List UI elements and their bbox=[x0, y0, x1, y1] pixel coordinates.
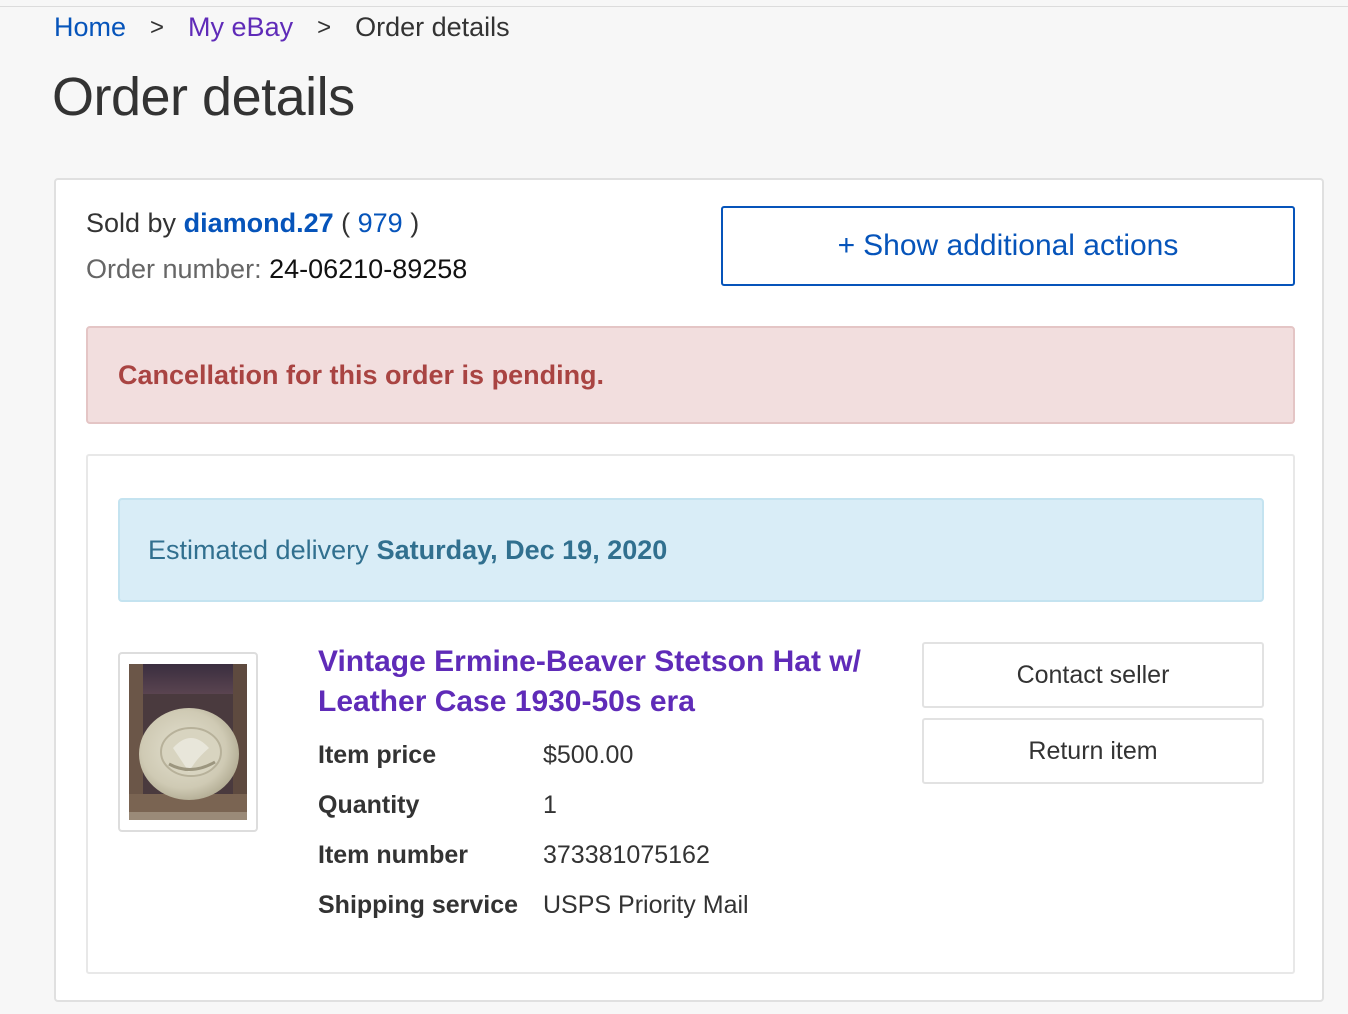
item-price-value: $500.00 bbox=[543, 740, 634, 769]
quantity-value: 1 bbox=[543, 790, 557, 819]
quantity-row: Quantity 1 bbox=[318, 780, 749, 830]
show-additional-actions-button[interactable]: + Show additional actions bbox=[721, 206, 1295, 286]
estimated-delivery-date: Saturday, Dec 19, 2020 bbox=[376, 534, 668, 565]
shipping-service-row: Shipping service USPS Priority Mail bbox=[318, 880, 749, 930]
breadcrumb-home-link[interactable]: Home bbox=[54, 12, 126, 43]
breadcrumb: Home > My eBay > Order details bbox=[54, 12, 510, 43]
item-price-label: Item price bbox=[318, 740, 437, 769]
estimated-delivery-banner: Estimated delivery Saturday, Dec 19, 202… bbox=[118, 498, 1264, 602]
cancellation-pending-alert: Cancellation for this order is pending. bbox=[86, 326, 1295, 424]
item-details: Item price $500.00 Quantity 1 Item numbe… bbox=[318, 730, 749, 930]
shipping-service-value: USPS Priority Mail bbox=[543, 890, 749, 919]
quantity-label: Quantity bbox=[318, 790, 420, 819]
sold-by-line: Sold by diamond.27 ( 979 ) bbox=[86, 208, 419, 239]
order-card: Sold by diamond.27 ( 979 ) Order number:… bbox=[54, 178, 1324, 1002]
return-item-button[interactable]: Return item bbox=[922, 718, 1264, 784]
order-number-line: Order number: 24-06210-89258 bbox=[86, 254, 467, 285]
sold-by-label: Sold by bbox=[86, 208, 177, 238]
plus-icon: + bbox=[837, 229, 856, 262]
estimated-delivery-label: Estimated delivery bbox=[148, 534, 369, 565]
item-number-label: Item number bbox=[318, 840, 469, 869]
hat-photo-icon bbox=[129, 664, 247, 820]
shipment-card: Estimated delivery Saturday, Dec 19, 202… bbox=[86, 454, 1295, 974]
feedback-score: ( 979 ) bbox=[341, 208, 419, 238]
order-number-value: 24-06210-89258 bbox=[269, 254, 468, 284]
seller-name-link[interactable]: diamond.27 bbox=[184, 208, 334, 238]
item-title-link[interactable]: Vintage Ermine-Beaver Stetson Hat w/ Lea… bbox=[318, 642, 898, 722]
shipping-service-label: Shipping service bbox=[318, 890, 519, 919]
top-divider bbox=[0, 6, 1348, 7]
item-number-value: 373381075162 bbox=[543, 840, 710, 869]
feedback-open-paren: ( bbox=[341, 208, 351, 238]
item-price-row: Item price $500.00 bbox=[318, 730, 749, 780]
feedback-score-link[interactable]: 979 bbox=[358, 208, 403, 238]
feedback-close-paren: ) bbox=[410, 208, 420, 238]
show-additional-actions-label: Show additional actions bbox=[863, 229, 1179, 262]
item-number-row: Item number 373381075162 bbox=[318, 830, 749, 880]
breadcrumb-current: Order details bbox=[355, 12, 510, 42]
contact-seller-button[interactable]: Contact seller bbox=[922, 642, 1264, 708]
order-number-label: Order number: bbox=[86, 254, 262, 284]
breadcrumb-separator: > bbox=[317, 13, 332, 41]
item-thumbnail[interactable] bbox=[118, 652, 258, 832]
breadcrumb-separator: > bbox=[150, 13, 165, 41]
breadcrumb-my-ebay-link[interactable]: My eBay bbox=[188, 12, 293, 43]
page-title: Order details bbox=[52, 67, 355, 127]
